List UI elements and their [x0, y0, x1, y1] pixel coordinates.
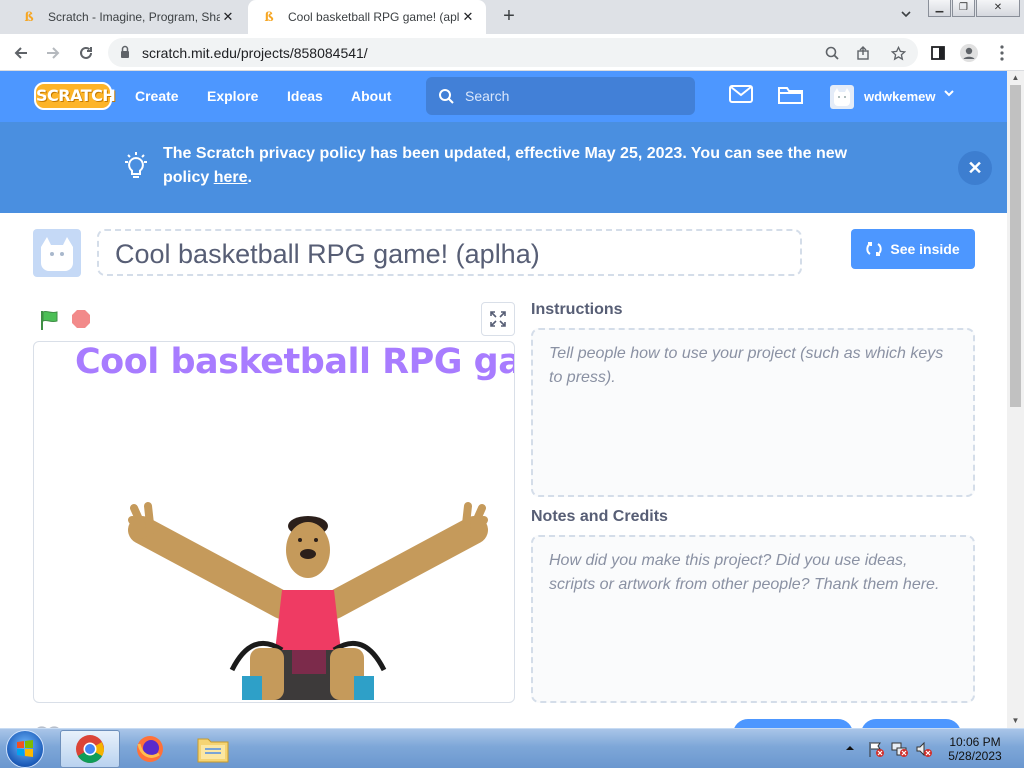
my-stuff-folder-icon[interactable] — [778, 85, 803, 104]
restore-window-button[interactable]: ❐ — [952, 0, 975, 17]
browser-tab-bar: ß Scratch - Imagine, Program, Shar ✕ ß C… — [0, 0, 1024, 34]
nav-ideas[interactable]: Ideas — [287, 88, 323, 104]
back-arrow-icon[interactable] — [9, 41, 33, 65]
nav-create[interactable]: Create — [135, 88, 179, 104]
scroll-down-icon[interactable]: ▼ — [1007, 714, 1024, 728]
lock-icon — [121, 45, 129, 58]
forward-arrow-icon[interactable] — [41, 41, 65, 65]
browser-menu-icon[interactable] — [990, 41, 1014, 65]
search-icon — [439, 89, 454, 104]
scrollbar-thumb[interactable] — [1010, 85, 1021, 407]
stop-icon[interactable] — [71, 309, 91, 329]
tab-search-chevron-icon[interactable] — [896, 8, 916, 26]
reload-icon[interactable] — [74, 41, 98, 65]
profile-icon[interactable] — [957, 41, 981, 65]
chrome-icon — [76, 735, 104, 763]
project-title: Cool basketball RPG game! (aplha) — [115, 239, 540, 269]
minimize-window-button[interactable]: ▁ — [928, 0, 951, 17]
tab-scratch-home[interactable]: ß Scratch - Imagine, Program, Shar ✕ — [8, 0, 246, 34]
user-avatar[interactable] — [830, 85, 854, 109]
url-text: scratch.mit.edu/projects/858084541/ — [142, 45, 368, 61]
instructions-label: Instructions — [531, 301, 623, 318]
taskbar-firefox[interactable] — [120, 730, 180, 768]
see-inside-button[interactable]: See inside — [851, 229, 975, 269]
fullscreen-button[interactable] — [481, 302, 515, 336]
search-placeholder: Search — [465, 88, 510, 104]
stage-title-text: Cool basketball RPG game! — [75, 342, 514, 382]
close-banner-button[interactable]: ✕ — [958, 151, 992, 185]
notes-placeholder: How did you make this project? Did you u… — [549, 552, 940, 593]
folder-icon — [197, 738, 229, 763]
green-flag-icon[interactable] — [39, 309, 61, 331]
notes-credits-label: Notes and Credits — [531, 508, 668, 525]
tab-title: Scratch - Imagine, Program, Shar — [48, 10, 220, 24]
network-icon[interactable] — [891, 740, 909, 758]
new-tab-button[interactable]: + — [498, 6, 520, 28]
username[interactable]: wdwkemew — [864, 89, 936, 104]
scratch-favicon-icon: ß — [24, 10, 34, 24]
nav-about[interactable]: About — [351, 88, 391, 104]
instructions-textarea[interactable]: Tell people how to use your project (suc… — [531, 328, 975, 497]
scratch-page: SCRATCH Create Explore Ideas About Searc… — [0, 71, 1007, 728]
windows-taskbar: 10:06 PM 5/28/2023 — [0, 728, 1024, 768]
scratch-favicon-icon: ß — [264, 10, 274, 24]
banner-suffix: . — [247, 169, 252, 186]
tab-title: Cool basketball RPG game! (aplha — [288, 10, 460, 24]
remix-arrows-icon — [866, 242, 883, 256]
share-project-button[interactable] — [733, 719, 853, 728]
taskbar-chrome[interactable] — [60, 730, 120, 768]
close-tab-icon[interactable]: ✕ — [220, 9, 236, 25]
start-button[interactable] — [6, 730, 44, 768]
project-author-avatar[interactable] — [33, 229, 81, 277]
close-tab-icon[interactable]: ✕ — [460, 9, 476, 25]
privacy-policy-link[interactable]: here — [214, 169, 248, 186]
omnibox[interactable]: scratch.mit.edu/projects/858084541/ — [108, 38, 918, 67]
account-chevron-down-icon[interactable] — [943, 87, 955, 99]
nav-explore[interactable]: Explore — [207, 88, 258, 104]
firefox-icon — [137, 736, 163, 762]
lightbulb-icon — [125, 152, 147, 178]
project-title-input[interactable]: Cool basketball RPG game! (aplha) — [97, 229, 802, 276]
show-hidden-icons-icon[interactable] — [845, 743, 855, 753]
clock-date: 5/28/2023 — [948, 749, 1002, 763]
privacy-banner: The Scratch privacy policy has been upda… — [0, 122, 1007, 213]
zoom-search-icon[interactable] — [822, 43, 842, 63]
address-toolbar: scratch.mit.edu/projects/858084541/ — [0, 34, 1024, 71]
search-input[interactable]: Search — [426, 77, 695, 115]
windows-logo-icon — [17, 740, 33, 757]
fullscreen-icon — [490, 311, 506, 327]
clock-time: 10:06 PM — [949, 735, 1001, 749]
notes-credits-textarea[interactable]: How did you make this project? Did you u… — [531, 535, 975, 703]
banner-message: The Scratch privacy policy has been upda… — [163, 145, 848, 186]
taskbar-explorer[interactable] — [183, 730, 243, 768]
instructions-placeholder: Tell people how to use your project (suc… — [549, 345, 944, 386]
see-inside-label: See inside — [890, 241, 960, 257]
remix-project-button[interactable] — [861, 719, 961, 728]
taskbar-clock[interactable]: 10:06 PM 5/28/2023 — [930, 735, 1020, 763]
share-icon[interactable] — [854, 43, 874, 63]
side-panel-icon[interactable] — [926, 41, 950, 65]
bookmark-star-icon[interactable] — [888, 43, 908, 63]
scratch-logo[interactable]: SCRATCH — [34, 82, 116, 110]
basketball-player-sprite — [128, 502, 488, 700]
project-stage[interactable]: Cool basketball RPG game! — [33, 341, 515, 703]
close-window-button[interactable]: ✕ — [976, 0, 1020, 17]
scroll-up-icon[interactable]: ▲ — [1007, 71, 1024, 85]
tab-project[interactable]: ß Cool basketball RPG game! (aplha ✕ — [248, 0, 486, 34]
scratch-navbar: SCRATCH Create Explore Ideas About Searc… — [0, 71, 1007, 122]
page-scrollbar[interactable]: ▲ ▼ — [1007, 71, 1024, 728]
messages-icon[interactable] — [729, 85, 753, 103]
privacy-banner-text: The Scratch privacy policy has been upda… — [163, 142, 883, 190]
action-center-flag-icon[interactable] — [867, 740, 885, 758]
